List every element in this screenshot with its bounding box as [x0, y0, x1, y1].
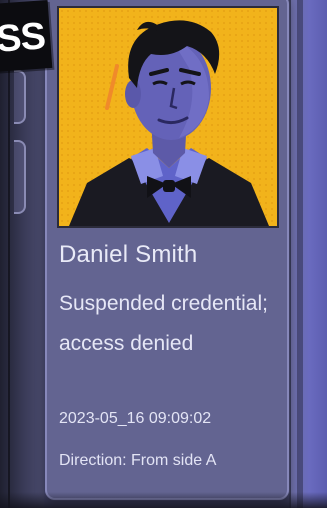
access-status-message: Suspended credential; access denied	[59, 292, 268, 355]
entry-direction: Direction: From side A	[59, 452, 217, 469]
side-rail-tab-upper[interactable]	[14, 70, 26, 124]
header-badge: SS	[0, 0, 53, 72]
right-frame-panel	[289, 0, 327, 508]
left-frame-edge	[8, 0, 10, 508]
person-portrait	[57, 6, 279, 228]
header-badge-text: SS	[0, 15, 47, 61]
screen: Daniel Smith Suspended credential; acces…	[0, 0, 327, 508]
access-record-card[interactable]: Daniel Smith Suspended credential; acces…	[45, 0, 289, 500]
bottom-shadow	[0, 492, 327, 508]
portrait-illustration	[59, 8, 277, 226]
person-name: Daniel Smith	[59, 241, 198, 268]
left-frame-panel	[0, 0, 44, 508]
side-rail-tab-lower[interactable]	[14, 140, 26, 214]
event-timestamp: 2023-05_16 09:09:02	[59, 410, 212, 427]
